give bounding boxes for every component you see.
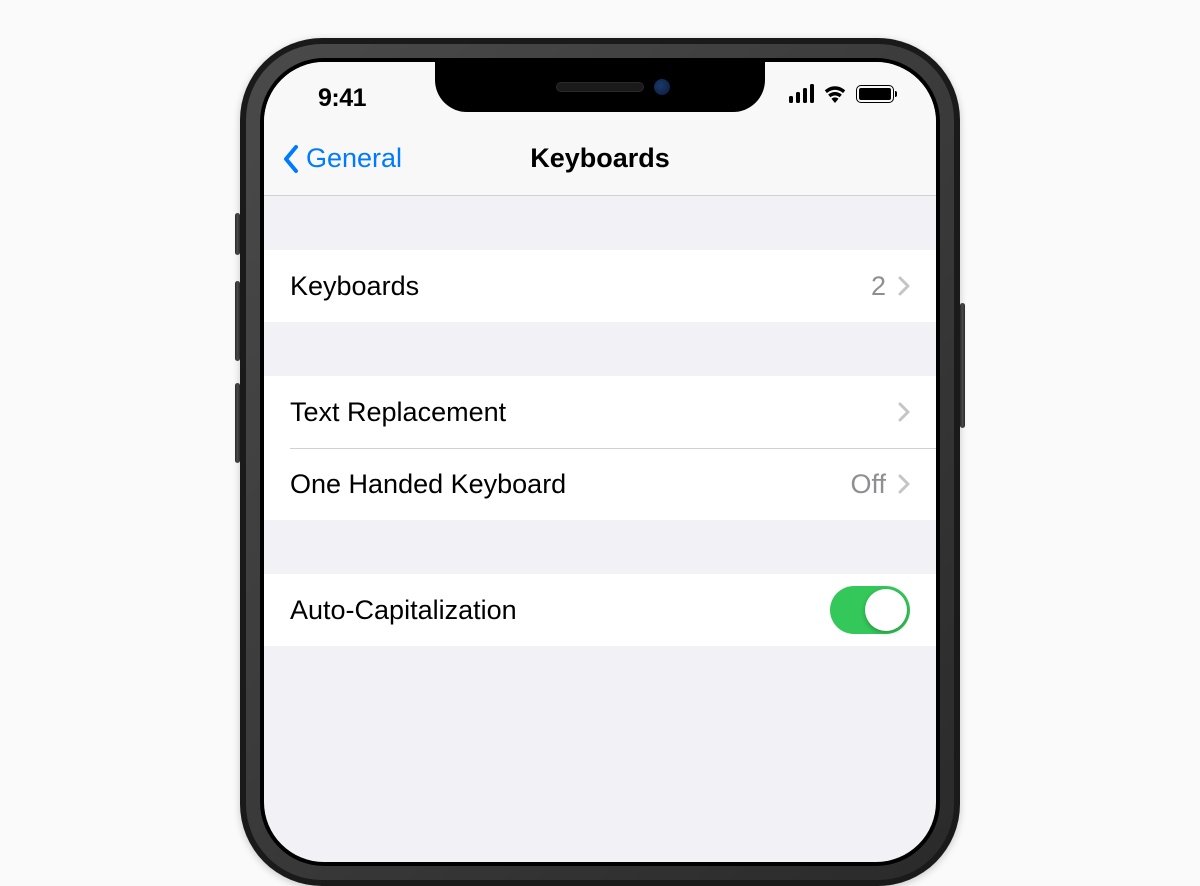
volume-down-button [235, 383, 240, 463]
status-time: 9:41 [318, 84, 366, 113]
chevron-right-icon [898, 474, 910, 494]
section-spacer [264, 322, 936, 376]
text-replacement-row[interactable]: Text Replacement [264, 376, 936, 448]
section-spacer [264, 520, 936, 574]
phone-frame: 9:41 [240, 38, 960, 886]
cell-label: Keyboards [290, 271, 871, 302]
chevron-right-icon [898, 402, 910, 422]
back-button[interactable]: General [282, 143, 402, 174]
back-label: General [306, 143, 402, 174]
auto-capitalization-row: Auto-Capitalization [264, 574, 936, 646]
keyboards-row[interactable]: Keyboards 2 [264, 250, 936, 322]
notch [435, 62, 765, 112]
cell-label: One Handed Keyboard [290, 469, 850, 500]
auto-capitalization-toggle[interactable] [830, 586, 910, 634]
cellular-signal-icon [789, 84, 815, 103]
nav-bar: General Keyboards [264, 122, 936, 196]
one-handed-keyboard-row[interactable]: One Handed Keyboard Off [264, 448, 936, 520]
mute-switch [235, 213, 240, 255]
cell-label: Auto-Capitalization [290, 595, 830, 626]
cell-value: 2 [871, 271, 886, 302]
volume-up-button [235, 281, 240, 361]
chevron-right-icon [898, 276, 910, 296]
cell-label: Text Replacement [290, 397, 898, 428]
speaker-grille [556, 82, 644, 92]
phone-screen: 9:41 [264, 62, 936, 862]
battery-icon [856, 85, 894, 103]
section-spacer [264, 196, 936, 250]
power-button [960, 303, 965, 428]
chevron-left-icon [282, 144, 302, 174]
wifi-icon [823, 85, 847, 103]
page-title: Keyboards [530, 143, 670, 174]
cell-value: Off [850, 469, 886, 500]
status-icons [789, 84, 895, 103]
toggle-knob [865, 589, 907, 631]
front-camera [654, 79, 670, 95]
